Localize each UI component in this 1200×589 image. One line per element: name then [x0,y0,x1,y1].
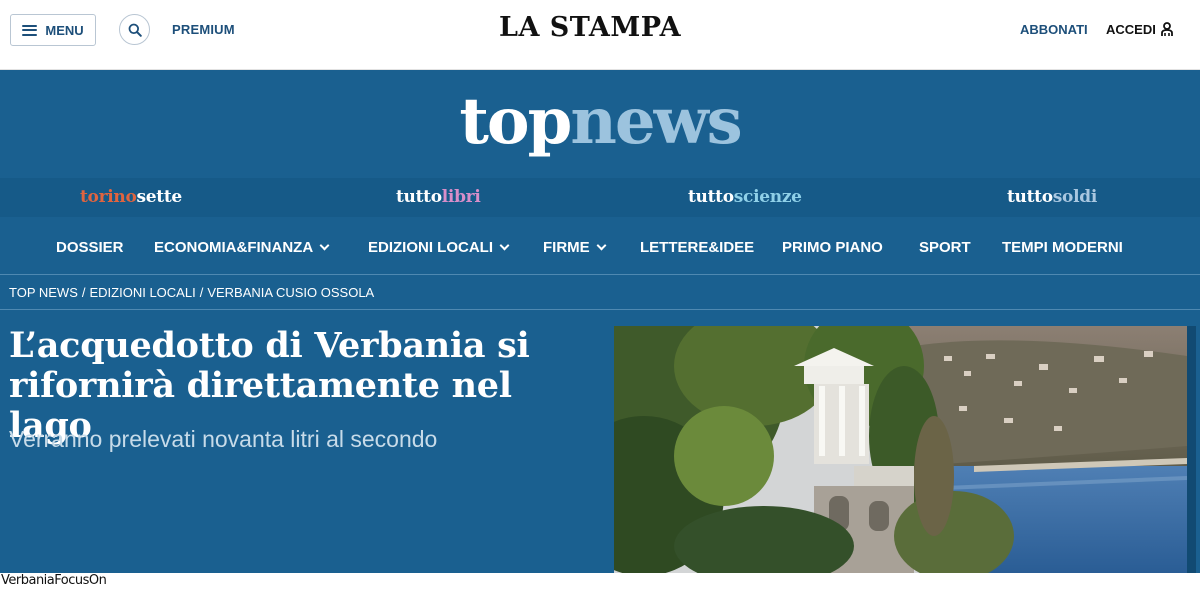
partner-tuttoscienze-prefix: tutto [688,187,734,207]
breadcrumb-item-verbania[interactable]: VERBANIA CUSIO OSSOLA [207,285,374,300]
scroll-strip [1187,326,1196,573]
nav-item-firme[interactable]: FIRME [543,239,607,256]
nav-label: EDIZIONI LOCALI [368,239,493,256]
breadcrumb-item-edizioni-locali[interactable]: EDIZIONI LOCALI [90,285,196,300]
main-nav: DOSSIER ECONOMIA&FINANZA EDIZIONI LOCALI… [0,217,1200,275]
breadcrumb-separator: / [81,285,86,300]
topnews-section: topnews torinosette tuttolibri tuttoscie… [0,70,1200,573]
brand-logo[interactable]: LA STAMPA [470,12,710,43]
chevron-down-icon [596,240,607,251]
nav-item-economia-finanza[interactable]: ECONOMIA&FINANZA [154,239,330,256]
nav-label: LETTERE&IDEE [640,239,755,256]
abbonati-link[interactable]: ABBONATI [1020,22,1088,37]
nav-item-lettere-idee[interactable]: LETTERE&IDEE [640,239,754,256]
nav-label: TEMPI MODERNI [1002,239,1123,256]
partner-tuttosoldi-suffix: soldi [1052,187,1098,207]
top-header: MENU PREMIUM LA STAMPA ABBONATI ACCEDI [0,0,1200,70]
breadcrumb: TOP NEWS / EDIZIONI LOCALI / VERBANIA CUSIO … [0,274,1200,310]
breadcrumb-item-top-news[interactable]: TOP NEWS [9,285,78,300]
article-subheadline: Verranno prelevati novanta litri al seco… [9,426,438,452]
premium-link[interactable]: PREMIUM [172,22,235,37]
search-icon [128,23,142,37]
partner-tuttoscienze[interactable]: tuttoscienze [688,187,802,207]
partner-tuttolibri[interactable]: tuttolibri [396,187,481,207]
nav-label: FIRME [543,239,590,256]
partner-tuttosoldi[interactable]: tuttosoldi [1007,187,1097,207]
logo-news-text: news [570,84,742,159]
hamburger-icon [22,24,38,36]
nav-label: PRIMO PIANO [782,239,883,256]
accedi-label: ACCEDI [1106,22,1156,37]
partner-torinosette-prefix: torino [80,187,137,207]
nav-label: DOSSIER [56,239,124,256]
nav-label: ECONOMIA&FINANZA [154,239,314,256]
photo-credit: VerbaniaFocusOn [1,573,107,588]
partner-tuttoscienze-suffix: scienze [733,187,802,207]
nav-item-edizioni-locali[interactable]: EDIZIONI LOCALI [368,239,510,256]
search-button[interactable] [119,14,150,45]
chevron-down-icon [499,240,510,251]
accedi-link[interactable]: ACCEDI [1106,22,1173,37]
article-photo[interactable] [614,326,1187,573]
menu-button[interactable]: MENU [10,14,96,46]
nav-item-sport[interactable]: SPORT [919,239,971,256]
lake-villa-illustration [614,326,1187,573]
menu-label: MENU [45,22,84,38]
chevron-down-icon [319,240,330,251]
topnews-logo[interactable]: topnews [0,90,1200,154]
partner-tuttosoldi-prefix: tutto [1007,187,1053,207]
partner-tuttolibri-suffix: libri [441,187,481,207]
nav-label: SPORT [919,239,971,256]
headline-line-1: L’acquedotto di Verbania si [9,325,530,366]
partner-bar: torinosette tuttolibri tuttoscienze tutt… [0,178,1200,217]
logo-top-text: top [459,84,572,159]
partner-torinosette[interactable]: torinosette [80,187,182,207]
nav-item-dossier[interactable]: DOSSIER [56,239,124,256]
nav-item-tempi-moderni[interactable]: TEMPI MODERNI [1002,239,1123,256]
nav-item-primo-piano[interactable]: PRIMO PIANO [782,239,883,256]
user-icon [1160,22,1173,36]
partner-tuttolibri-prefix: tutto [396,187,442,207]
breadcrumb-separator: / [199,285,204,300]
partner-torinosette-suffix: sette [136,187,183,207]
